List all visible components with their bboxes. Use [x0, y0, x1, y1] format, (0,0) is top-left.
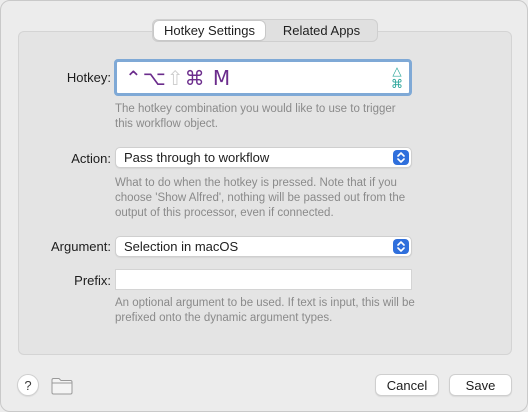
command-icon: ⌘ — [391, 77, 403, 91]
tab-related-apps[interactable]: Related Apps — [266, 20, 377, 41]
prefix-label: Prefix: — [74, 273, 111, 288]
save-button[interactable]: Save — [449, 374, 512, 396]
prefix-input[interactable] — [115, 269, 412, 290]
argument-select[interactable]: Selection in macOS — [115, 236, 412, 257]
action-label: Action: — [71, 151, 111, 166]
tab-bar: Hotkey Settings Related Apps — [152, 19, 378, 42]
action-select[interactable]: Pass through to workflow — [115, 147, 412, 168]
argument-label: Argument: — [51, 239, 111, 254]
argument-value: Selection in macOS — [124, 239, 239, 254]
hotkey-indicator-icon: △ ⌘ — [389, 64, 405, 92]
hotkey-label: Hotkey: — [66, 70, 111, 85]
action-value: Pass through to workflow — [124, 150, 270, 165]
folder-icon[interactable] — [50, 376, 74, 396]
cancel-button[interactable]: Cancel — [375, 374, 439, 396]
prefix-description: An optional argument to be used. If text… — [115, 297, 415, 324]
up-down-chevron-icon — [393, 239, 409, 254]
hotkey-modifiers: ⌃⌥ — [125, 65, 167, 90]
hotkey-description: The hotkey combination you would like to… — [115, 103, 396, 130]
hotkey-command-key: ⌘ M — [184, 65, 232, 90]
help-button[interactable]: ? — [17, 374, 39, 396]
up-down-chevron-icon — [393, 150, 409, 165]
hotkey-settings-window: Hotkey Settings Related Apps Hotkey: ⌃⌥⇧… — [0, 0, 528, 412]
tab-hotkey-settings[interactable]: Hotkey Settings — [154, 21, 265, 40]
action-description: What to do when the hotkey is pressed. N… — [115, 177, 406, 219]
hotkey-field[interactable]: ⌃⌥⇧⌘ M △ ⌘ — [114, 59, 412, 96]
hotkey-value: ⌃⌥⇧⌘ M — [125, 66, 231, 90]
hotkey-shift: ⇧ — [166, 65, 185, 90]
